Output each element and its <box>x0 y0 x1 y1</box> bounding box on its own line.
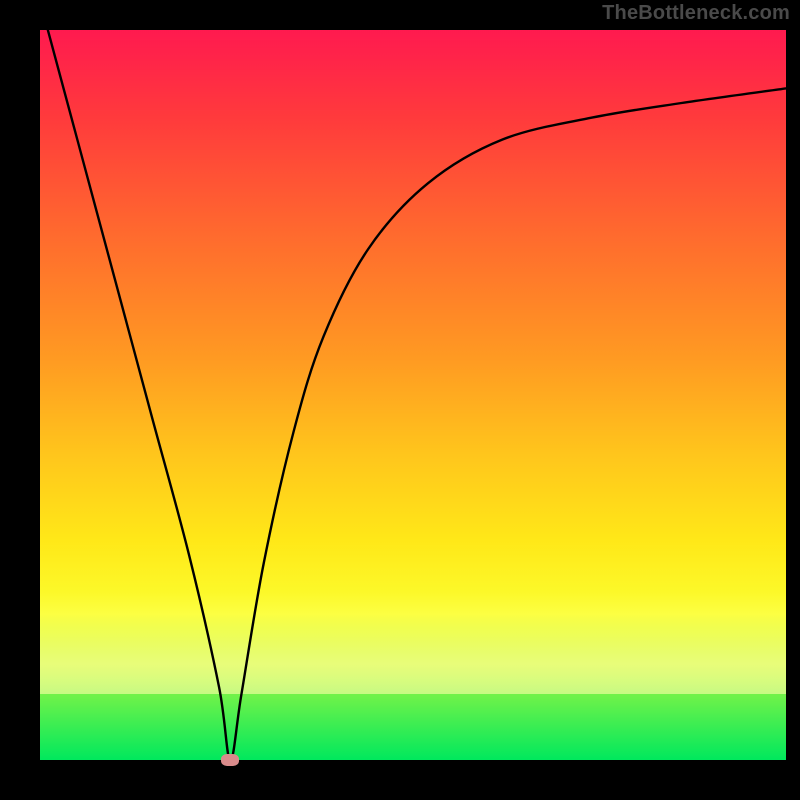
plot-area <box>40 30 786 760</box>
chart-frame: TheBottleneck.com <box>0 0 800 800</box>
yellow-highlight-band <box>40 592 786 694</box>
watermark-text: TheBottleneck.com <box>602 2 790 25</box>
minimum-marker <box>221 754 239 766</box>
bottleneck-curve <box>40 30 786 760</box>
